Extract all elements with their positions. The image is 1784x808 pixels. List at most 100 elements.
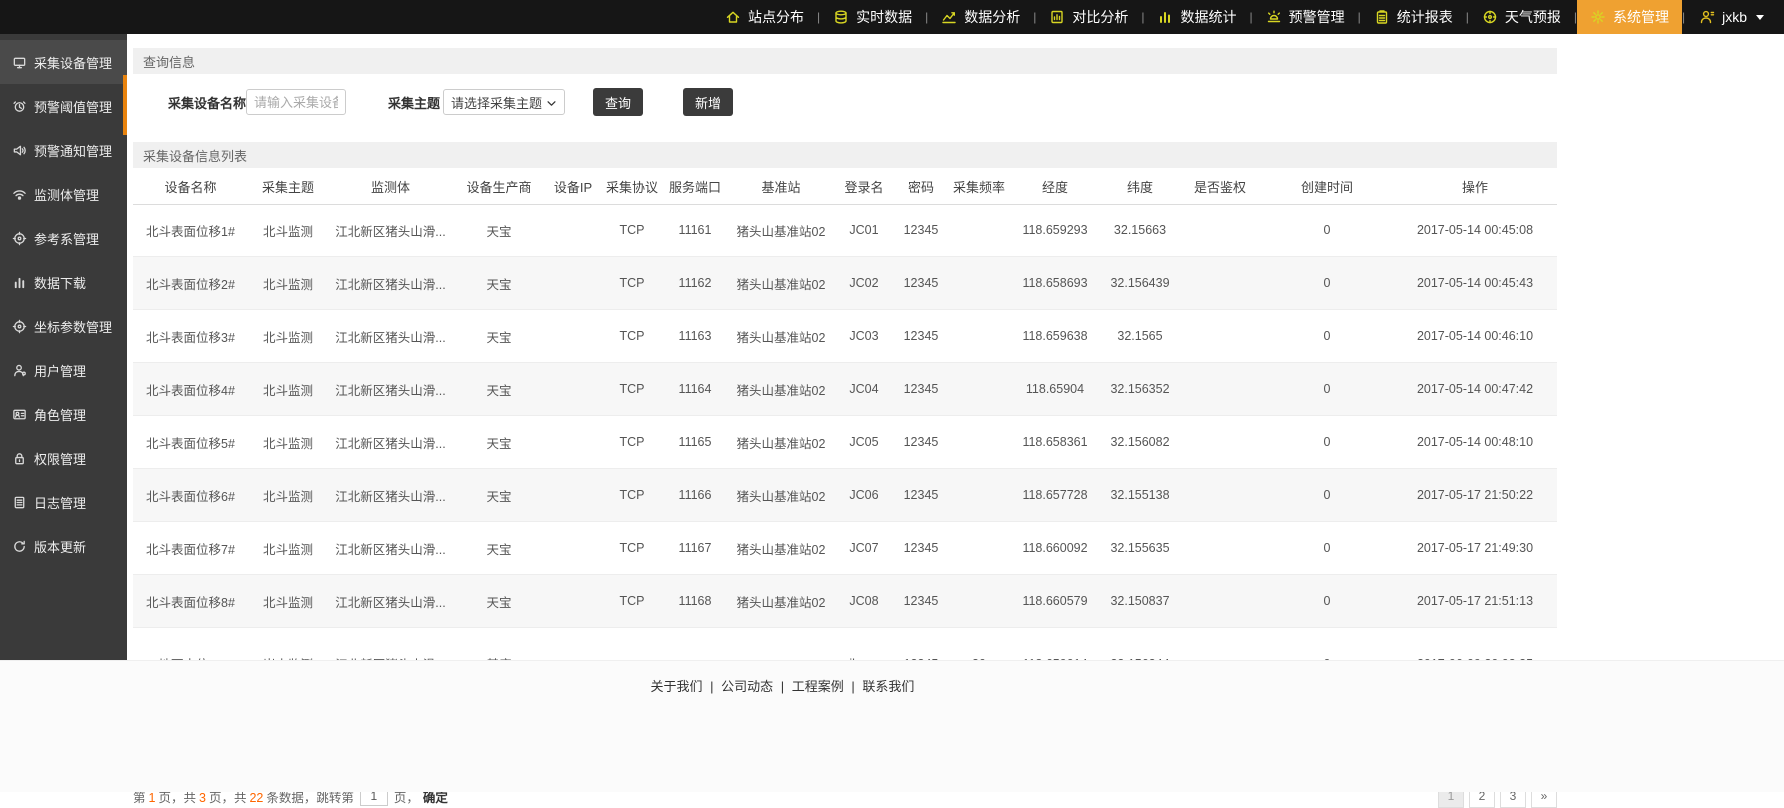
- table-cell: JC01: [835, 204, 893, 257]
- table-cell: 北斗表面位移3#: [133, 310, 248, 363]
- footer-link[interactable]: 工程案例: [792, 679, 844, 694]
- column-header: 经度: [1009, 170, 1101, 204]
- nav-item-weather-forecast[interactable]: 天气预报: [1469, 0, 1574, 34]
- table-cell: 11165: [663, 416, 727, 469]
- table-cell: [949, 469, 1009, 522]
- table-cell: 北斗监测: [248, 204, 328, 257]
- table-cell: 11162: [663, 257, 727, 310]
- nav-item-data-analysis[interactable]: 数据分析: [928, 0, 1033, 34]
- nav-item-statistical-reports[interactable]: 统计报表: [1361, 0, 1466, 34]
- column-header: 服务端口: [663, 170, 727, 204]
- topic-label: 采集主题: [388, 93, 440, 112]
- gear-icon: [1590, 9, 1606, 25]
- column-header: 设备生产商: [453, 170, 545, 204]
- device-name-input[interactable]: [246, 89, 346, 115]
- table-cell: 猪头山基准站02: [727, 416, 835, 469]
- table-cell: 32.156439: [1101, 257, 1179, 310]
- table-cell: [949, 310, 1009, 363]
- table-cell: 2017-05-17 21:51:13: [1393, 575, 1557, 628]
- table-cell: 12345: [893, 257, 949, 310]
- sidebar-item-reference-system[interactable]: 参考系管理: [0, 216, 127, 260]
- refresh-icon: [12, 539, 27, 554]
- column-header: 登录名: [835, 170, 893, 204]
- footer-links: 关于我们 | 公司动态 | 工程案例 | 联系我们: [0, 661, 1565, 695]
- sidebar-label: 预警通知管理: [34, 141, 112, 160]
- table-cell: TCP: [601, 310, 663, 363]
- table-cell: 0: [1261, 363, 1393, 416]
- target-icon: [12, 231, 27, 246]
- table-cell: 天宝: [453, 310, 545, 363]
- sidebar-item-data-download[interactable]: 数据下载: [0, 260, 127, 304]
- sidebar-item-monitoring-body[interactable]: 监测体管理: [0, 172, 127, 216]
- table-row: 北斗表面位移5#北斗监测江北新区猪头山滑...天宝TCP11165猪头山基准站0…: [133, 416, 1557, 469]
- nav-label: 数据分析: [964, 7, 1020, 27]
- column-header: 采集协议: [601, 170, 663, 204]
- nav-item-site-distribution[interactable]: 站点分布: [712, 0, 817, 34]
- pagination-text: 条数据，跳转第: [266, 791, 354, 805]
- nav-item-system-management[interactable]: 系统管理: [1577, 0, 1682, 34]
- sidebar-item-version-update[interactable]: 版本更新: [0, 524, 127, 568]
- nav-label: 天气预报: [1505, 7, 1561, 27]
- table-cell: [545, 257, 601, 310]
- column-header: 设备IP: [545, 170, 601, 204]
- table-cell: 北斗表面位移6#: [133, 469, 248, 522]
- table-cell: TCP: [601, 469, 663, 522]
- table-cell: 北斗监测: [248, 416, 328, 469]
- id-card-icon: [12, 407, 27, 422]
- footer-link[interactable]: 联系我们: [862, 679, 914, 694]
- search-button[interactable]: 查询: [593, 88, 643, 116]
- sidebar-label: 数据下载: [34, 273, 86, 292]
- table-cell: 118.658361: [1009, 416, 1101, 469]
- table-cell: 北斗表面位移4#: [133, 363, 248, 416]
- nav-item-realtime-data[interactable]: 实时数据: [820, 0, 925, 34]
- nav-item-comparison-analysis[interactable]: 对比分析: [1036, 0, 1141, 34]
- sidebar-label: 监测体管理: [34, 185, 99, 204]
- table-cell: 江北新区猪头山滑...: [328, 416, 453, 469]
- table-cell: 2017-05-14 00:45:08: [1393, 204, 1557, 257]
- add-button[interactable]: 新增: [683, 88, 733, 116]
- sidebar-item-alert-notification[interactable]: 预警通知管理: [0, 128, 127, 172]
- table-cell: 11163: [663, 310, 727, 363]
- table-cell: [545, 416, 601, 469]
- table-cell: 江北新区猪头山滑...: [328, 257, 453, 310]
- table-cell: 32.155635: [1101, 522, 1179, 575]
- sidebar-item-device-management[interactable]: 采集设备管理: [0, 40, 127, 84]
- footer-link[interactable]: 关于我们: [651, 679, 703, 694]
- sidebar-item-role-management[interactable]: 角色管理: [0, 392, 127, 436]
- column-header: 密码: [893, 170, 949, 204]
- table-cell: 11164: [663, 363, 727, 416]
- sidebar-item-alert-threshold[interactable]: 预警阈值管理: [0, 84, 127, 128]
- table-cell: 12345: [893, 416, 949, 469]
- table-cell: 12345: [893, 522, 949, 575]
- device-name-label: 采集设备名称: [168, 93, 246, 112]
- main-content: 查询信息 采集设备名称 采集主题 请选择采集主题 查询 新增 采集设备信息列表 …: [127, 34, 1565, 660]
- table-cell: 118.658693: [1009, 257, 1101, 310]
- table-cell: JC08: [835, 575, 893, 628]
- query-panel-header: 查询信息: [133, 48, 1557, 74]
- table-cell: 北斗监测: [248, 310, 328, 363]
- sidebar-item-coordinate-params[interactable]: 坐标参数管理: [0, 304, 127, 348]
- table-cell: [1179, 204, 1261, 257]
- nav-item-data-statistics[interactable]: 数据统计: [1144, 0, 1249, 34]
- footer-separator: |: [848, 679, 859, 694]
- table-cell: 12345: [893, 204, 949, 257]
- target-icon: [12, 319, 27, 334]
- query-panel-title: 查询信息: [143, 52, 195, 71]
- table-cell: 天宝: [453, 416, 545, 469]
- pagination-number: 3: [199, 791, 206, 805]
- table-cell: 天宝: [453, 363, 545, 416]
- user-menu[interactable]: jxkb: [1685, 9, 1774, 25]
- table-cell: TCP: [601, 204, 663, 257]
- table-panel-header: 采集设备信息列表: [133, 142, 1557, 168]
- nav-item-alert-management[interactable]: 预警管理: [1253, 0, 1358, 34]
- sidebar-item-permission-management[interactable]: 权限管理: [0, 436, 127, 480]
- table-cell: [1179, 363, 1261, 416]
- lock-icon: [12, 451, 27, 466]
- table-cell: 北斗监测: [248, 522, 328, 575]
- sidebar-item-log-management[interactable]: 日志管理: [0, 480, 127, 524]
- sidebar-item-user-management[interactable]: 用户管理: [0, 348, 127, 392]
- footer-link[interactable]: 公司动态: [721, 679, 773, 694]
- table-cell: 118.657728: [1009, 469, 1101, 522]
- topic-select[interactable]: 请选择采集主题: [443, 89, 565, 115]
- table-row: 北斗表面位移2#北斗监测江北新区猪头山滑...天宝TCP11162猪头山基准站0…: [133, 257, 1557, 310]
